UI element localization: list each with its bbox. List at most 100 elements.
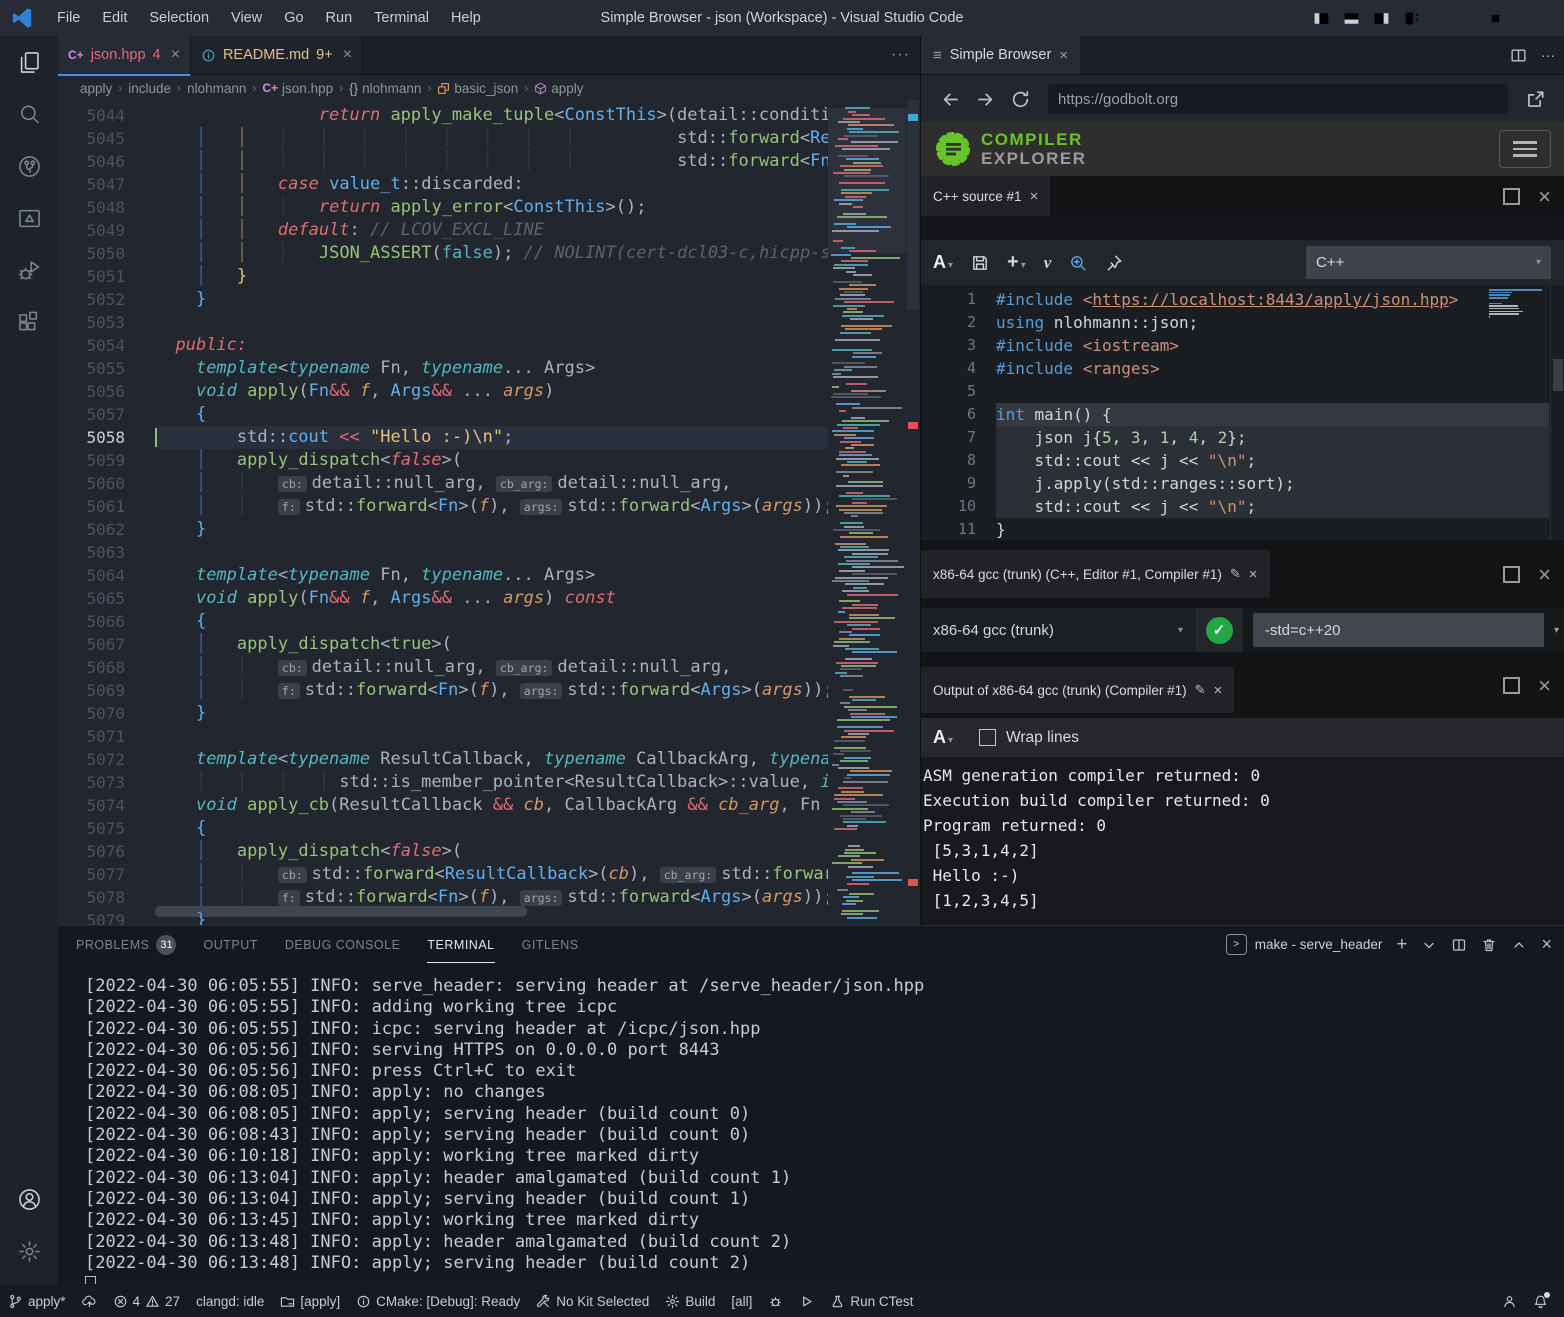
more-actions-icon[interactable]: ··· [891,36,910,74]
toggle-secondary-sidebar-icon[interactable] [1366,0,1396,36]
maximize-pane-icon[interactable] [1503,188,1520,205]
ce-compiler-tab[interactable]: x86-64 gcc (trunk) (C++, Editor #1, Comp… [921,550,1270,598]
horizontal-scrollbar[interactable] [155,906,527,917]
maximize-pane-icon[interactable] [1503,566,1520,583]
status-item[interactable] [74,1285,105,1317]
panel-tab-problems[interactable]: PROBLEMS31 [76,926,176,963]
minimap[interactable] [828,100,906,925]
breadcrumb-item-nlohmann[interactable]: nlohmann [187,81,246,96]
close-pane-icon[interactable]: × [1538,568,1551,581]
menu-item-view[interactable]: View [220,0,273,36]
terminal-instance[interactable]: > make - serve_header [1226,934,1383,955]
panel-tab-gitlens[interactable]: GITLENS [522,926,579,963]
breadcrumb-item-json.hpp[interactable]: C+json.hpp [262,81,333,96]
close-window-button[interactable] [1518,0,1564,36]
forward-icon[interactable] [975,89,996,110]
add-pane-button[interactable]: +▾ [1007,251,1026,274]
close-icon[interactable]: × [1059,47,1068,64]
maximize-pane-icon[interactable] [1503,677,1520,694]
activity-cmake-tools[interactable] [0,192,58,244]
status-item[interactable]: CMake: [Debug]: Ready [348,1285,528,1317]
save-icon[interactable] [971,254,989,272]
options-dropdown-icon[interactable]: ▾ [1554,608,1564,652]
status-item[interactable]: 427 [105,1285,189,1317]
zoom-icon[interactable] [1069,254,1087,272]
rename-icon[interactable]: ✎ [1195,682,1206,698]
activity-settings[interactable] [0,1225,58,1277]
menu-item-help[interactable]: Help [440,0,492,36]
close-icon[interactable]: × [1214,682,1223,699]
close-icon[interactable]: × [1249,566,1258,583]
toggle-panel-icon[interactable] [1336,0,1366,36]
status-item[interactable]: Run CTest [822,1285,921,1317]
close-pane-icon[interactable]: × [1538,190,1551,203]
ce-scrollbar-thumb[interactable] [1553,359,1563,391]
launch-profile-icon[interactable] [1421,937,1437,953]
activity-search[interactable] [0,88,58,140]
font-size-button[interactable]: A▾ [933,727,953,748]
status-item[interactable]: [all] [723,1285,760,1317]
status-item[interactable] [1494,1294,1525,1309]
close-pane-icon[interactable]: × [1538,679,1551,692]
open-external-icon[interactable] [1525,89,1546,110]
overview-ruler[interactable] [906,100,920,925]
status-item[interactable]: No Kit Selected [528,1285,657,1317]
url-input[interactable] [1048,84,1508,114]
status-item[interactable] [791,1285,822,1317]
panel-tab-output[interactable]: OUTPUT [203,926,257,963]
status-item[interactable]: Build [657,1285,723,1317]
kill-terminal-icon[interactable] [1481,937,1497,953]
rename-icon[interactable]: ✎ [1230,566,1241,582]
menu-item-selection[interactable]: Selection [138,0,220,36]
activity-run-debug[interactable] [0,244,58,296]
toggle-sidebar-icon[interactable] [1306,0,1336,36]
scrollbar-thumb[interactable] [907,100,919,310]
panel-tab-debug-console[interactable]: DEBUG CONSOLE [285,926,401,963]
activity-explorer[interactable] [0,36,58,88]
new-terminal-icon[interactable]: + [1396,934,1407,956]
pin-icon[interactable] [1105,254,1123,272]
close-panel-icon[interactable]: × [1541,934,1552,955]
compiler-select[interactable]: x86-64 gcc (trunk) ▾ [921,608,1195,652]
close-icon[interactable]: × [1030,188,1039,205]
ce-source-editor[interactable]: 1#include <https://localhost:8443/apply/… [921,285,1564,540]
menu-item-terminal[interactable]: Terminal [363,0,440,36]
minimize-button[interactable] [1426,0,1472,36]
status-item[interactable]: [apply] [272,1285,348,1317]
editor-tab-README.md[interactable]: README.md9+× [191,36,363,74]
ce-output-tab[interactable]: Output of x86-64 gcc (trunk) (Compiler #… [921,667,1234,713]
status-item[interactable]: apply* [0,1285,74,1317]
tab-simple-browser[interactable]: ≡ Simple Browser × [921,36,1080,74]
maximize-button[interactable] [1472,0,1518,36]
status-item[interactable] [1525,1294,1556,1309]
activity-source-control[interactable] [0,140,58,192]
close-icon[interactable]: × [343,46,352,64]
back-icon[interactable] [940,89,961,110]
activity-extensions[interactable] [0,296,58,348]
breadcrumb-item-apply[interactable]: apply [80,81,112,96]
language-select[interactable]: C++ ▾ [1306,246,1551,279]
compiler-options-input[interactable]: -std=c++20 [1253,613,1544,647]
breadcrumb-item-apply[interactable]: apply [534,81,583,96]
menu-item-run[interactable]: Run [315,0,364,36]
reload-icon[interactable] [1010,89,1031,110]
menu-item-edit[interactable]: Edit [91,0,138,36]
status-item[interactable]: clangd: idle [188,1285,272,1317]
panel-tab-terminal[interactable]: TERMINAL [427,926,494,963]
breadcrumb-item-nlohmann[interactable]: {}nlohmann [349,81,421,96]
more-actions-icon[interactable]: ··· [1541,47,1555,63]
split-editor-icon[interactable] [1510,47,1527,64]
status-item[interactable] [760,1285,791,1317]
menu-item-go[interactable]: Go [273,0,314,36]
editor-tab-json.hpp[interactable]: C+json.hpp4× [58,36,191,76]
breadcrumb-item-basic_json[interactable]: basic_json [437,81,518,96]
ce-minimap[interactable] [1489,289,1545,329]
split-terminal-icon[interactable] [1451,937,1467,953]
wrap-lines-checkbox[interactable] [979,729,996,746]
font-size-button[interactable]: A▾ [933,252,953,273]
menu-item-file[interactable]: File [46,0,91,36]
ce-source-tab[interactable]: C++ source #1 × [921,176,1050,216]
vim-mode-icon[interactable]: v [1044,253,1052,273]
customize-layout-icon[interactable] [1396,0,1426,36]
code-editor[interactable]: 5044 return apply_make_tuple<ConstThis>(… [58,100,920,925]
